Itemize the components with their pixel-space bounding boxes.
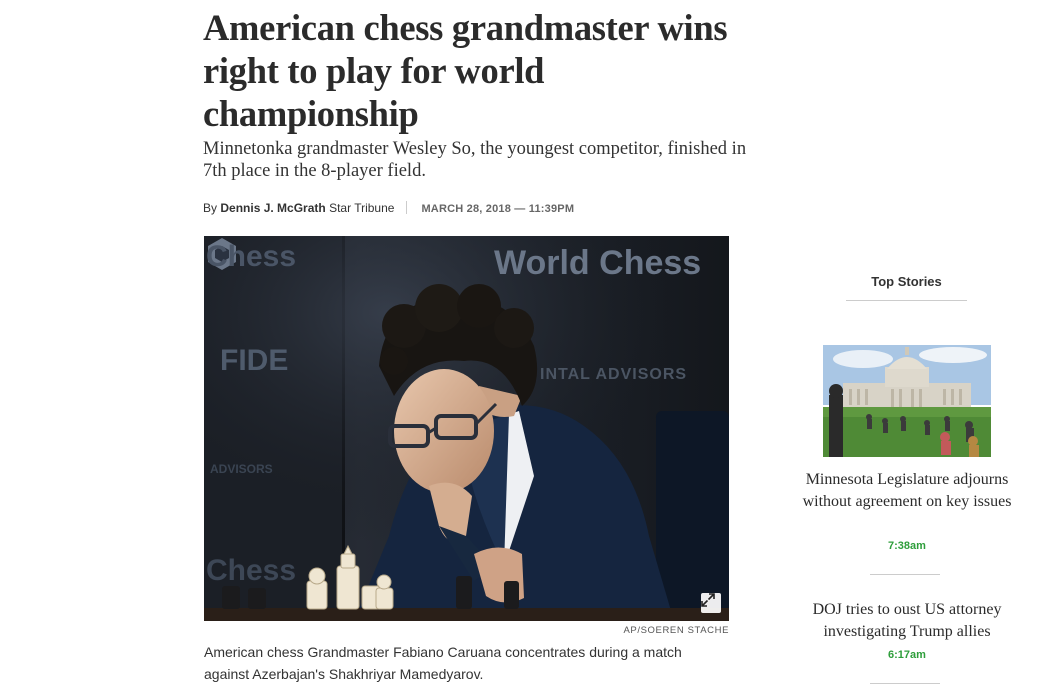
top-stories-divider — [846, 300, 967, 301]
article-headline: American chess grandmaster wins right to… — [203, 7, 728, 134]
expand-photo-button[interactable] — [701, 593, 721, 613]
photo-credit: AP/SOEREN STACHE — [623, 625, 729, 636]
byline: By Dennis J. McGrath Star Tribune MARCH 2… — [203, 200, 574, 217]
byline-datetime: MARCH 28, 2018 — 11:39PM — [421, 203, 575, 215]
article-deck: Minnetonka grandmaster Wesley So, the yo… — [203, 139, 747, 181]
top-story-time-1: 7:38am — [888, 540, 926, 552]
backdrop-chess-bottom-text: Chess — [206, 554, 297, 587]
story-thumbnail[interactable] — [823, 345, 991, 457]
byline-author[interactable]: Dennis J. McGrath — [220, 201, 325, 215]
byline-outlet: Star Tribune — [329, 201, 395, 215]
story-divider — [870, 683, 940, 684]
capitol-photo — [823, 345, 991, 457]
backdrop-sponsor-text: INTAL ADVISORS — [540, 366, 688, 383]
story-divider — [870, 574, 940, 575]
byline-divider — [406, 201, 408, 214]
backdrop-fide-text: FIDE — [220, 344, 289, 377]
photo-caption: American chess Grandmaster Fabiano Carua… — [204, 644, 682, 682]
backdrop-chess-text: Chess — [206, 240, 297, 273]
backdrop-world-chess-text: World Chess — [494, 244, 702, 282]
byline-prefix: By — [203, 201, 218, 215]
top-story-link-1[interactable]: Minnesota Legislature adjourns without a… — [800, 469, 1014, 513]
top-story-time-2: 6:17am — [888, 649, 926, 661]
expand-icon — [701, 593, 715, 607]
article-photo[interactable]: Chess FIDE ADVISORS Chess World Chess IN… — [204, 236, 729, 621]
backdrop-sponsor-left-text: ADVISORS — [210, 462, 273, 476]
top-stories-heading: Top Stories — [871, 274, 942, 289]
top-story-link-2[interactable]: DOJ tries to oust US attorney investigat… — [800, 599, 1014, 643]
